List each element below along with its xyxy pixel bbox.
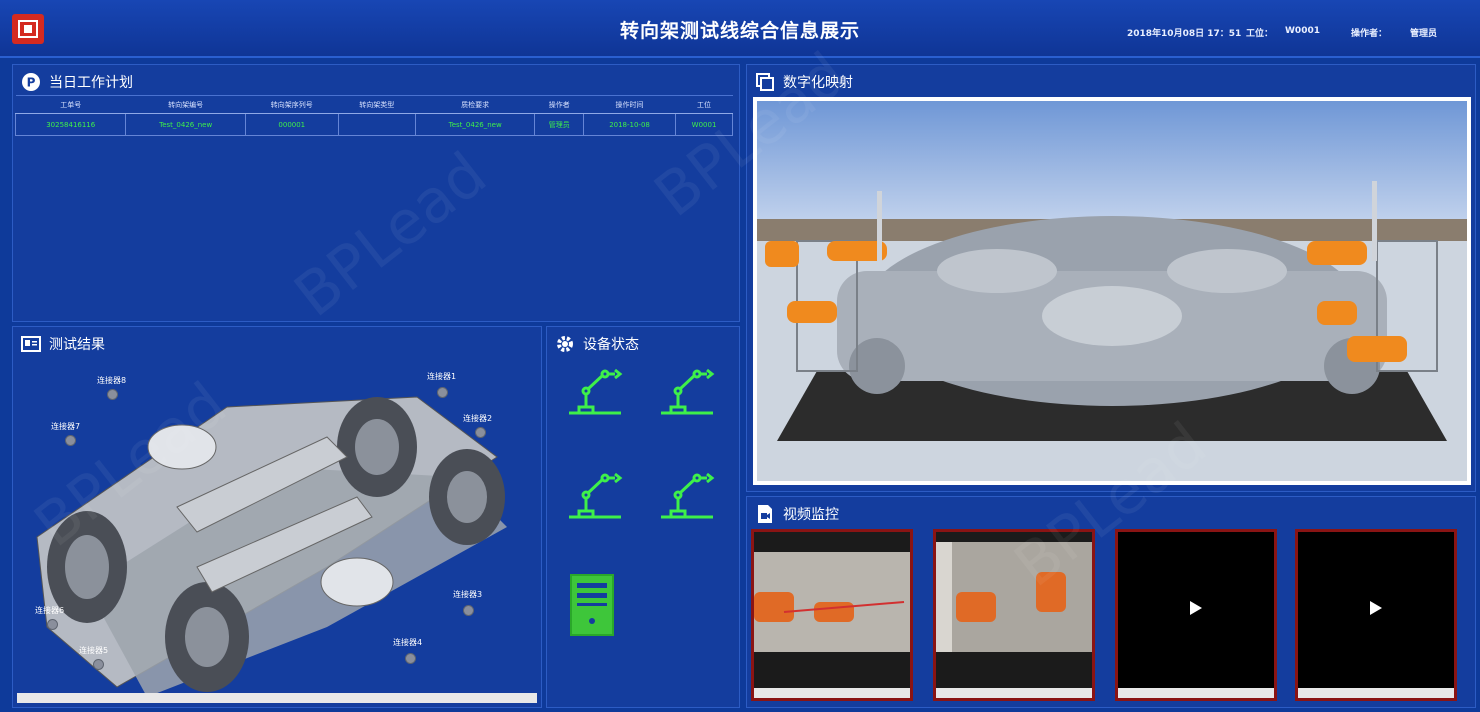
- server-device[interactable]: [569, 573, 615, 641]
- device-status-title: 设备状态: [583, 337, 639, 353]
- connector-status-indicator[interactable]: [65, 435, 76, 446]
- video-feed-2[interactable]: [933, 529, 1095, 701]
- connector-label: 连接器7: [51, 422, 81, 431]
- video-feed-3[interactable]: [1115, 529, 1277, 701]
- digital-mapping-header: 数字化映射: [755, 71, 853, 93]
- bogie-3d-render: [757, 101, 1467, 481]
- table-column-header: 工位: [675, 95, 733, 114]
- connector-status-indicator[interactable]: [405, 653, 416, 664]
- connector-status-indicator[interactable]: [47, 619, 58, 630]
- parking-p-icon: P: [21, 72, 41, 92]
- connector-label: 连接器4: [393, 638, 423, 647]
- connector-label: 连接器8: [97, 376, 127, 385]
- work-plan-title: 当日工作计划: [49, 75, 133, 91]
- work-plan-header: P 当日工作计划: [21, 71, 133, 93]
- video-controls-bar[interactable]: [936, 688, 1092, 698]
- test-results-title: 测试结果: [49, 337, 105, 353]
- work-plan-table: 工单号 转向架编号 转向架序列号 转向架类型 质检要求 操作者 操作时间 工位 3025841…: [14, 95, 733, 136]
- robot-arm-icon: [569, 472, 623, 519]
- operator-label: 操作者：: [1351, 29, 1388, 39]
- table-cell: W0001: [675, 113, 733, 136]
- connector-status-indicator[interactable]: [93, 659, 104, 670]
- station-value: W0001: [1285, 26, 1320, 36]
- table-column-header: 工单号: [15, 95, 126, 114]
- connector-label: 连接器2: [463, 414, 493, 423]
- connector-label: 连接器6: [35, 606, 65, 615]
- table-cell: [337, 113, 416, 136]
- id-card-icon: [21, 334, 41, 354]
- table-column-header: 转向架类型: [338, 95, 416, 114]
- robot-arm-2[interactable]: [657, 367, 717, 421]
- robot-arm-3[interactable]: [565, 471, 625, 525]
- table-column-header: 操作时间: [583, 95, 676, 114]
- video-monitor-title: 视频监控: [783, 507, 839, 523]
- camera-frame: [936, 532, 1092, 688]
- device-status-panel: 设备状态: [546, 326, 740, 708]
- video-controls-bar[interactable]: [1298, 688, 1454, 698]
- work-plan-panel: P 当日工作计划 工单号 转向架编号 转向架序列号 转向架类型 质检要求 操作者 操作时间工…: [12, 64, 740, 322]
- table-cell: Test_0426_new: [414, 113, 536, 136]
- datetime-text: 2018年10月08日 17：51: [1127, 29, 1242, 39]
- robot-arm-4[interactable]: [657, 471, 717, 525]
- test-results-header: 测试结果: [21, 333, 105, 355]
- table-column-header: 操作者: [534, 95, 584, 114]
- table-cell: 管理员: [534, 113, 584, 136]
- digital-mapping-panel: 数字化映射: [746, 64, 1476, 492]
- connector-label: 连接器3: [453, 590, 483, 599]
- video-feed-4[interactable]: [1295, 529, 1457, 701]
- robot-arm-icon: [661, 368, 715, 415]
- connector-label: 连接器1: [427, 372, 457, 381]
- robot-arm-icon: [569, 368, 623, 415]
- table-column-header: 转向架编号: [125, 95, 246, 114]
- digital-mapping-title: 数字化映射: [783, 75, 853, 91]
- table-cell: Test_0426_new: [125, 113, 246, 136]
- connector-status-indicator[interactable]: [475, 427, 486, 438]
- connector-status-indicator[interactable]: [437, 387, 448, 398]
- table-cell: 2018-10-08: [582, 113, 677, 136]
- table-cell: 30258416116: [14, 113, 127, 136]
- connector-label: 连接器5: [79, 646, 109, 655]
- header-bar: 转向架测试线综合信息展示 2018年10月08日 17：51 工位： W0001…: [0, 0, 1480, 58]
- video-monitor-panel: 视频监控: [746, 496, 1476, 708]
- horizontal-scrollbar[interactable]: [17, 693, 537, 703]
- table-header-row: 工单号 转向架编号 转向架序列号 转向架类型 质检要求 操作者 操作时间 工位: [15, 95, 733, 114]
- gear-icon: [555, 334, 575, 354]
- video-monitor-header: 视频监控: [755, 503, 839, 525]
- video-controls-bar[interactable]: [1118, 688, 1274, 698]
- camera-frame: [754, 532, 910, 688]
- server-tower-icon: [570, 574, 614, 636]
- connector-status-indicator[interactable]: [463, 605, 474, 616]
- table-column-header: 质检要求: [415, 95, 535, 114]
- play-icon[interactable]: [1370, 601, 1382, 616]
- test-results-panel: 测试结果 连接器1 连接器2 连接器3 连接器4 连接器5 连接器6 连接器7 连接器8: [12, 326, 542, 708]
- robot-arm-1[interactable]: [565, 367, 625, 421]
- 3d-scene-view[interactable]: [753, 97, 1471, 485]
- operator-value: 管理员: [1410, 29, 1438, 39]
- video-controls-bar[interactable]: [754, 688, 910, 698]
- copy-layers-icon: [755, 72, 775, 92]
- svg-text:P: P: [27, 76, 36, 90]
- device-status-header: 设备状态: [555, 333, 639, 355]
- table-row[interactable]: 30258416116 Test_0426_new 000001 Test_0426_…: [14, 113, 733, 136]
- connector-status-indicator[interactable]: [107, 389, 118, 400]
- robot-arm-icon: [661, 472, 715, 519]
- station-label: 工位：: [1246, 29, 1274, 39]
- table-column-header: 转向架序列号: [245, 95, 339, 114]
- video-file-icon: [755, 504, 775, 524]
- play-icon[interactable]: [1190, 601, 1202, 616]
- video-feed-1[interactable]: [751, 529, 913, 701]
- table-cell: 000001: [244, 113, 339, 136]
